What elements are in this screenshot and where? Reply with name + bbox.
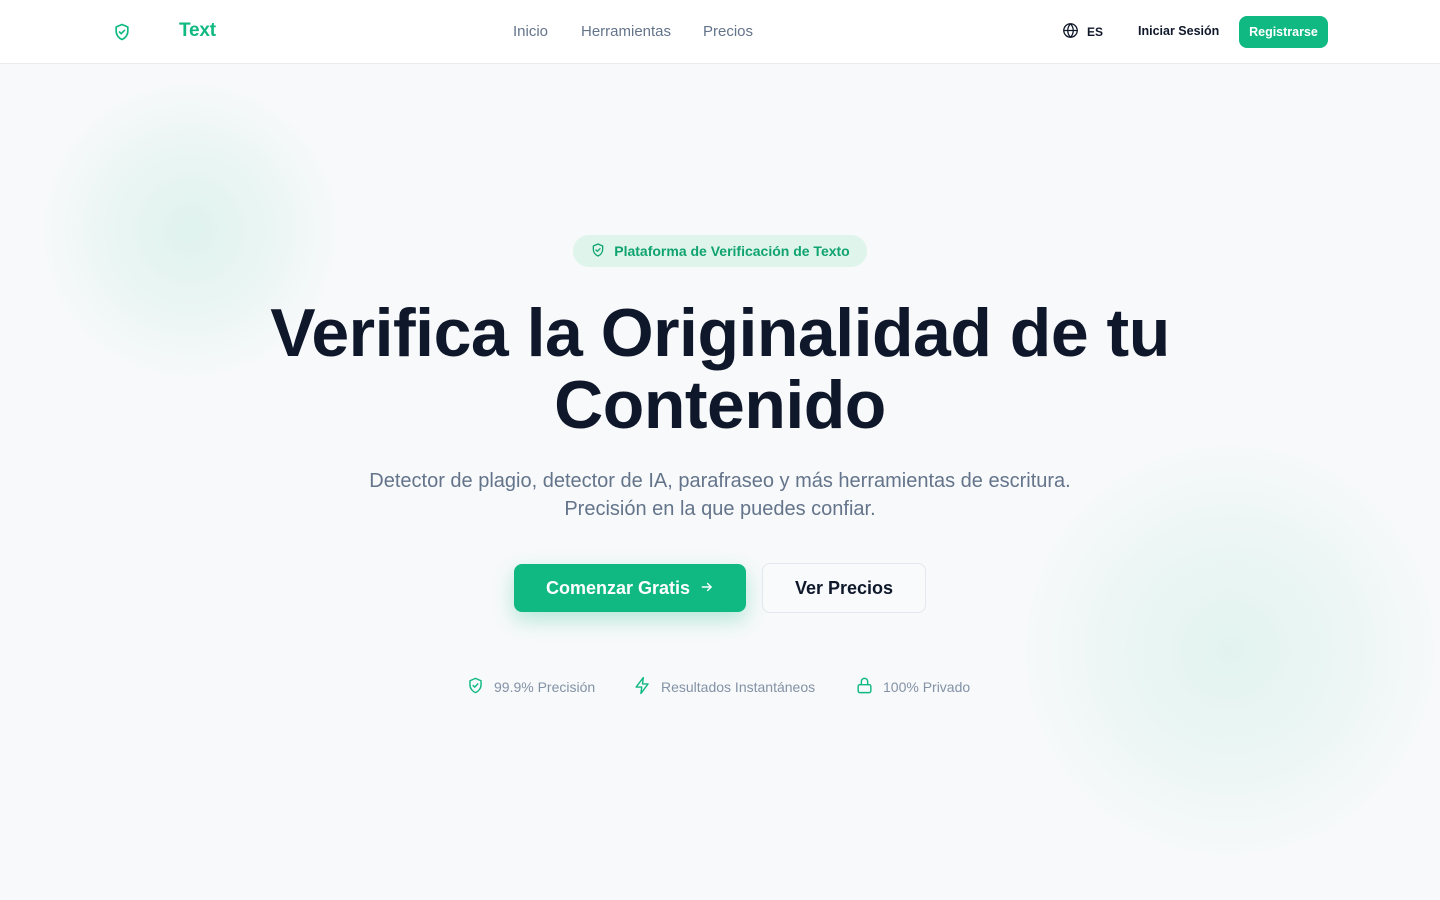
view-pricing-button[interactable]: Ver Precios [762,563,926,613]
globe-icon [1062,22,1079,42]
register-button[interactable]: Registrarse [1239,16,1328,48]
lock-icon [855,676,874,698]
shield-check-icon [590,242,606,261]
shield-check-icon [466,676,485,698]
logo-text[interactable]: Text [179,20,216,42]
feature-label: Resultados Instantáneos [661,679,816,695]
start-free-button[interactable]: Comenzar Gratis [514,564,746,612]
hero-title: Verifica la Originalidad de tu Contenido [270,295,1170,443]
hero-subtitle: Detector de plagio, detector de IA, para… [369,470,1071,520]
feature-label: 99.9% Precisión [494,679,596,695]
language-selector[interactable]: ES [1062,22,1103,42]
start-free-label: Comenzar Gratis [545,577,691,598]
login-button[interactable]: Iniciar Sesión [1138,24,1219,38]
background-glow-right [1020,440,1440,860]
hero-badge-label: Plataforma de Verificación de Texto [614,243,850,259]
feature-instant-results: Resultados Instantáneos [633,676,815,698]
lightning-icon [633,676,652,698]
feature-label: 100% Privado [883,679,971,695]
top-navbar: Text Inicio Herramientas Precios ES Inic… [0,0,1440,64]
feature-accuracy: 99.9% Precisión [466,676,595,698]
hero-badge: Plataforma de Verificación de Texto [573,235,867,267]
arrow-right-icon [700,578,714,599]
feature-private: 100% Privado [855,676,970,698]
shield-check-icon[interactable] [112,22,132,42]
nav-link-herramientas[interactable]: Herramientas [581,23,671,40]
nav-link-precios[interactable]: Precios [703,23,753,40]
language-code: ES [1087,25,1104,39]
nav-link-inicio[interactable]: Inicio [513,23,548,40]
